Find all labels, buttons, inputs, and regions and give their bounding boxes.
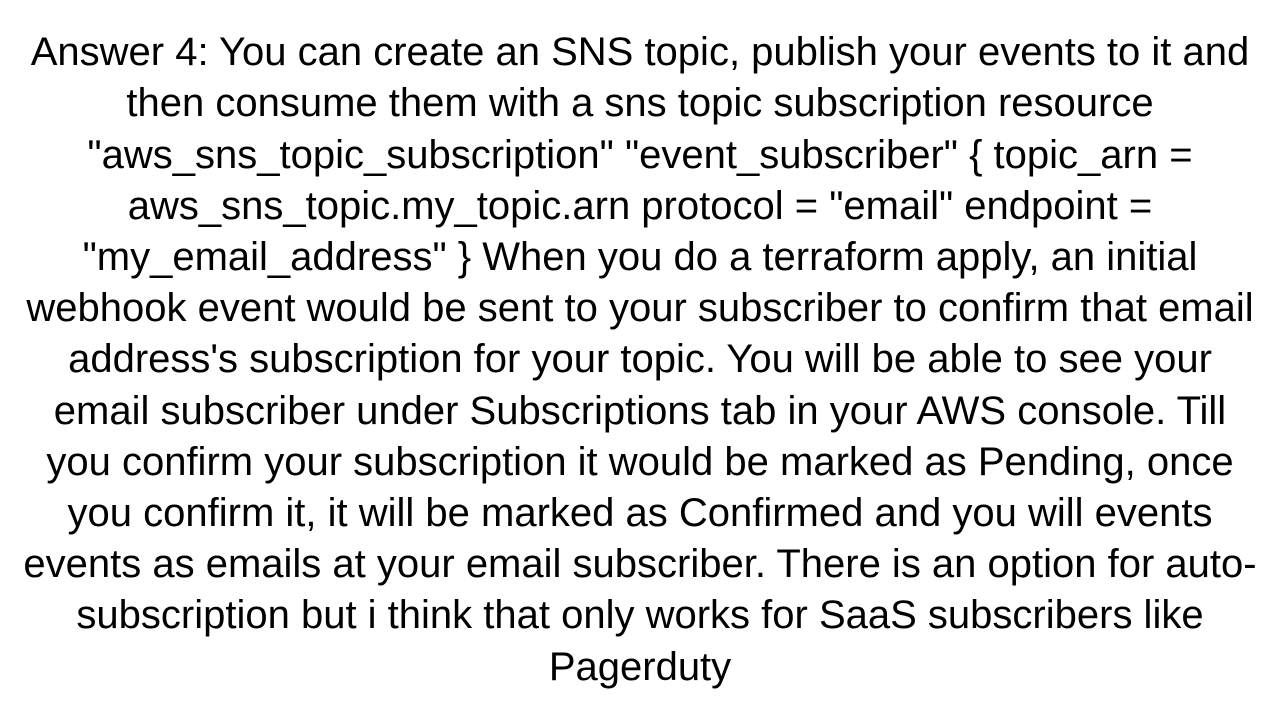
answer-container: Answer 4: You can create an SNS topic, p… [0, 0, 1280, 720]
answer-text: Answer 4: You can create an SNS topic, p… [20, 27, 1260, 692]
